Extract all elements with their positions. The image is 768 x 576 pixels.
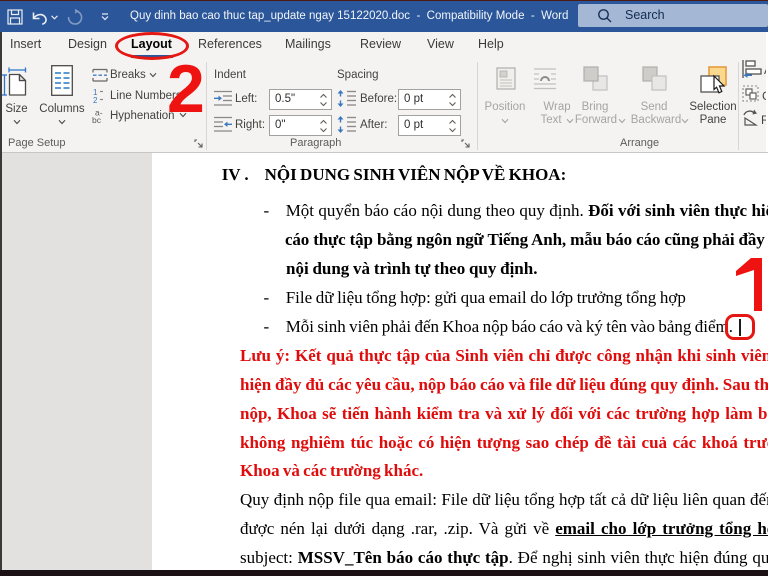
svg-text:bc: bc (92, 115, 102, 123)
svg-text:2: 2 (93, 96, 98, 103)
